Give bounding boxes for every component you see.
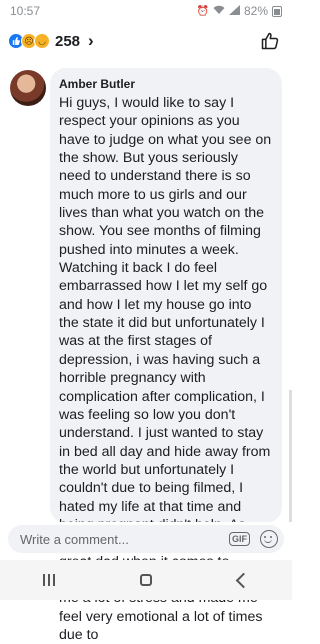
haha-reaction-icon: ◡ [34, 33, 50, 49]
wifi-icon [213, 5, 225, 18]
comment-input[interactable] [18, 530, 229, 548]
emoji-icon[interactable] [260, 530, 278, 548]
alarm-icon: ⏰ [196, 5, 209, 17]
chevron-right-icon[interactable]: › [88, 31, 94, 51]
status-bar: 10:57 ⏰ 82% [0, 0, 292, 22]
comment-author[interactable]: Amber Butler [59, 76, 272, 93]
comment-composer: GIF [0, 522, 292, 556]
back-button[interactable] [235, 572, 252, 588]
signal-icon [228, 4, 240, 18]
reactions-header[interactable]: ☹ ◡ 258 › [0, 26, 292, 56]
recent-apps-button[interactable] [42, 574, 55, 586]
comment-input-box[interactable]: GIF [8, 525, 284, 553]
like-button[interactable] [258, 29, 282, 53]
status-time: 10:57 [10, 4, 41, 18]
battery-percent: 82% [243, 4, 268, 18]
avatar[interactable] [10, 70, 46, 106]
reaction-count[interactable]: 258 [55, 33, 80, 50]
home-button[interactable] [140, 574, 153, 586]
thumbs-up-icon [261, 32, 279, 50]
status-icons: ⏰ 82% [197, 4, 282, 18]
system-nav-bar [0, 560, 292, 600]
reaction-icons[interactable]: ☹ ◡ [8, 33, 50, 49]
battery-icon [272, 5, 282, 17]
gif-button[interactable]: GIF [229, 532, 250, 546]
comment-bubble: Amber Butler Hi guys, I would like to sa… [50, 68, 282, 643]
